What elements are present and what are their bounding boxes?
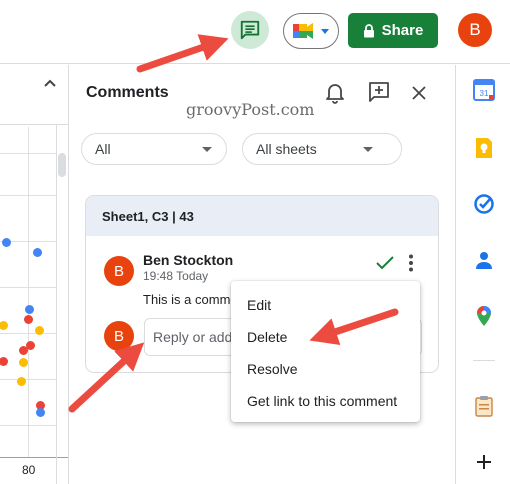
side-panel: 31: [455, 65, 510, 484]
scatter-point: [33, 248, 42, 257]
axis-line: [0, 457, 68, 458]
caret-down-icon: [363, 147, 373, 152]
close-icon[interactable]: [407, 81, 431, 105]
lock-icon: [363, 23, 374, 37]
comment-author: Ben Stockton: [143, 252, 234, 268]
x-axis-tick: 80: [22, 463, 36, 477]
account-avatar[interactable]: B: [458, 13, 492, 47]
share-button[interactable]: Share: [348, 13, 438, 48]
notification-bell-icon[interactable]: [323, 81, 347, 105]
column-divider: [56, 125, 57, 484]
comment-text: This is a comme: [143, 292, 238, 307]
spreadsheet-area[interactable]: 80: [0, 65, 68, 484]
scatter-point: [24, 315, 33, 324]
comment-timestamp: 19:48 Today: [143, 269, 209, 283]
author-avatar: B: [104, 256, 134, 286]
chevron-up-icon[interactable]: [42, 76, 58, 92]
reply-avatar: B: [104, 321, 134, 351]
scatter-point: [2, 238, 11, 247]
maps-icon[interactable]: [473, 305, 495, 327]
more-options-icon[interactable]: [408, 254, 414, 272]
top-bar: Share B: [0, 0, 510, 64]
filter-all-dropdown[interactable]: All: [81, 133, 227, 165]
reply-placeholder: Reply or add: [153, 329, 233, 345]
sheet-header: [0, 65, 68, 125]
scatter-point: [19, 358, 28, 367]
clipboard-icon[interactable]: [473, 395, 495, 417]
menu-item-get-link[interactable]: Get link to this comment: [231, 385, 420, 417]
filter-all-label: All: [95, 141, 111, 157]
comment-options-menu: Edit Delete Resolve Get link to this com…: [231, 281, 420, 422]
watermark: groovyPost.com: [186, 100, 315, 119]
meet-button[interactable]: [283, 13, 339, 49]
calendar-icon[interactable]: 31: [473, 79, 495, 101]
gridline: [28, 127, 29, 457]
comment-icon: [240, 20, 260, 40]
filter-sheets-dropdown[interactable]: All sheets: [242, 133, 402, 165]
filter-sheets-label: All sheets: [256, 141, 317, 157]
avatar-initial: B: [469, 20, 481, 39]
menu-item-resolve[interactable]: Resolve: [231, 353, 420, 385]
scatter-point: [19, 346, 28, 355]
keep-icon[interactable]: [473, 137, 495, 159]
scatter-point: [17, 377, 26, 386]
resolve-check-icon[interactable]: [376, 256, 394, 270]
scatter-point: [0, 321, 8, 330]
google-meet-icon: [293, 23, 313, 39]
add-icon[interactable]: [473, 451, 495, 473]
panel-title: Comments: [86, 84, 169, 101]
chevron-down-icon: [321, 29, 329, 34]
add-comment-icon[interactable]: [367, 80, 391, 104]
contacts-icon[interactable]: [473, 249, 495, 271]
share-label: Share: [381, 22, 424, 39]
scatter-point: [25, 305, 34, 314]
avatar-initial: B: [113, 262, 124, 280]
scatter-point: [35, 326, 44, 335]
avatar-initial: B: [113, 327, 124, 345]
comments-button[interactable]: [231, 11, 269, 49]
menu-item-edit[interactable]: Edit: [231, 289, 420, 321]
side-separator: [473, 360, 495, 361]
comment-location: Sheet1, C3 | 43: [86, 196, 438, 236]
menu-item-delete[interactable]: Delete: [231, 321, 420, 353]
sheet-scrollbar[interactable]: [58, 153, 66, 177]
caret-down-icon: [202, 147, 212, 152]
calendar-day: 31: [480, 89, 489, 98]
scatter-point: [0, 357, 8, 366]
tasks-icon[interactable]: [473, 193, 495, 215]
scatter-point: [36, 408, 45, 417]
